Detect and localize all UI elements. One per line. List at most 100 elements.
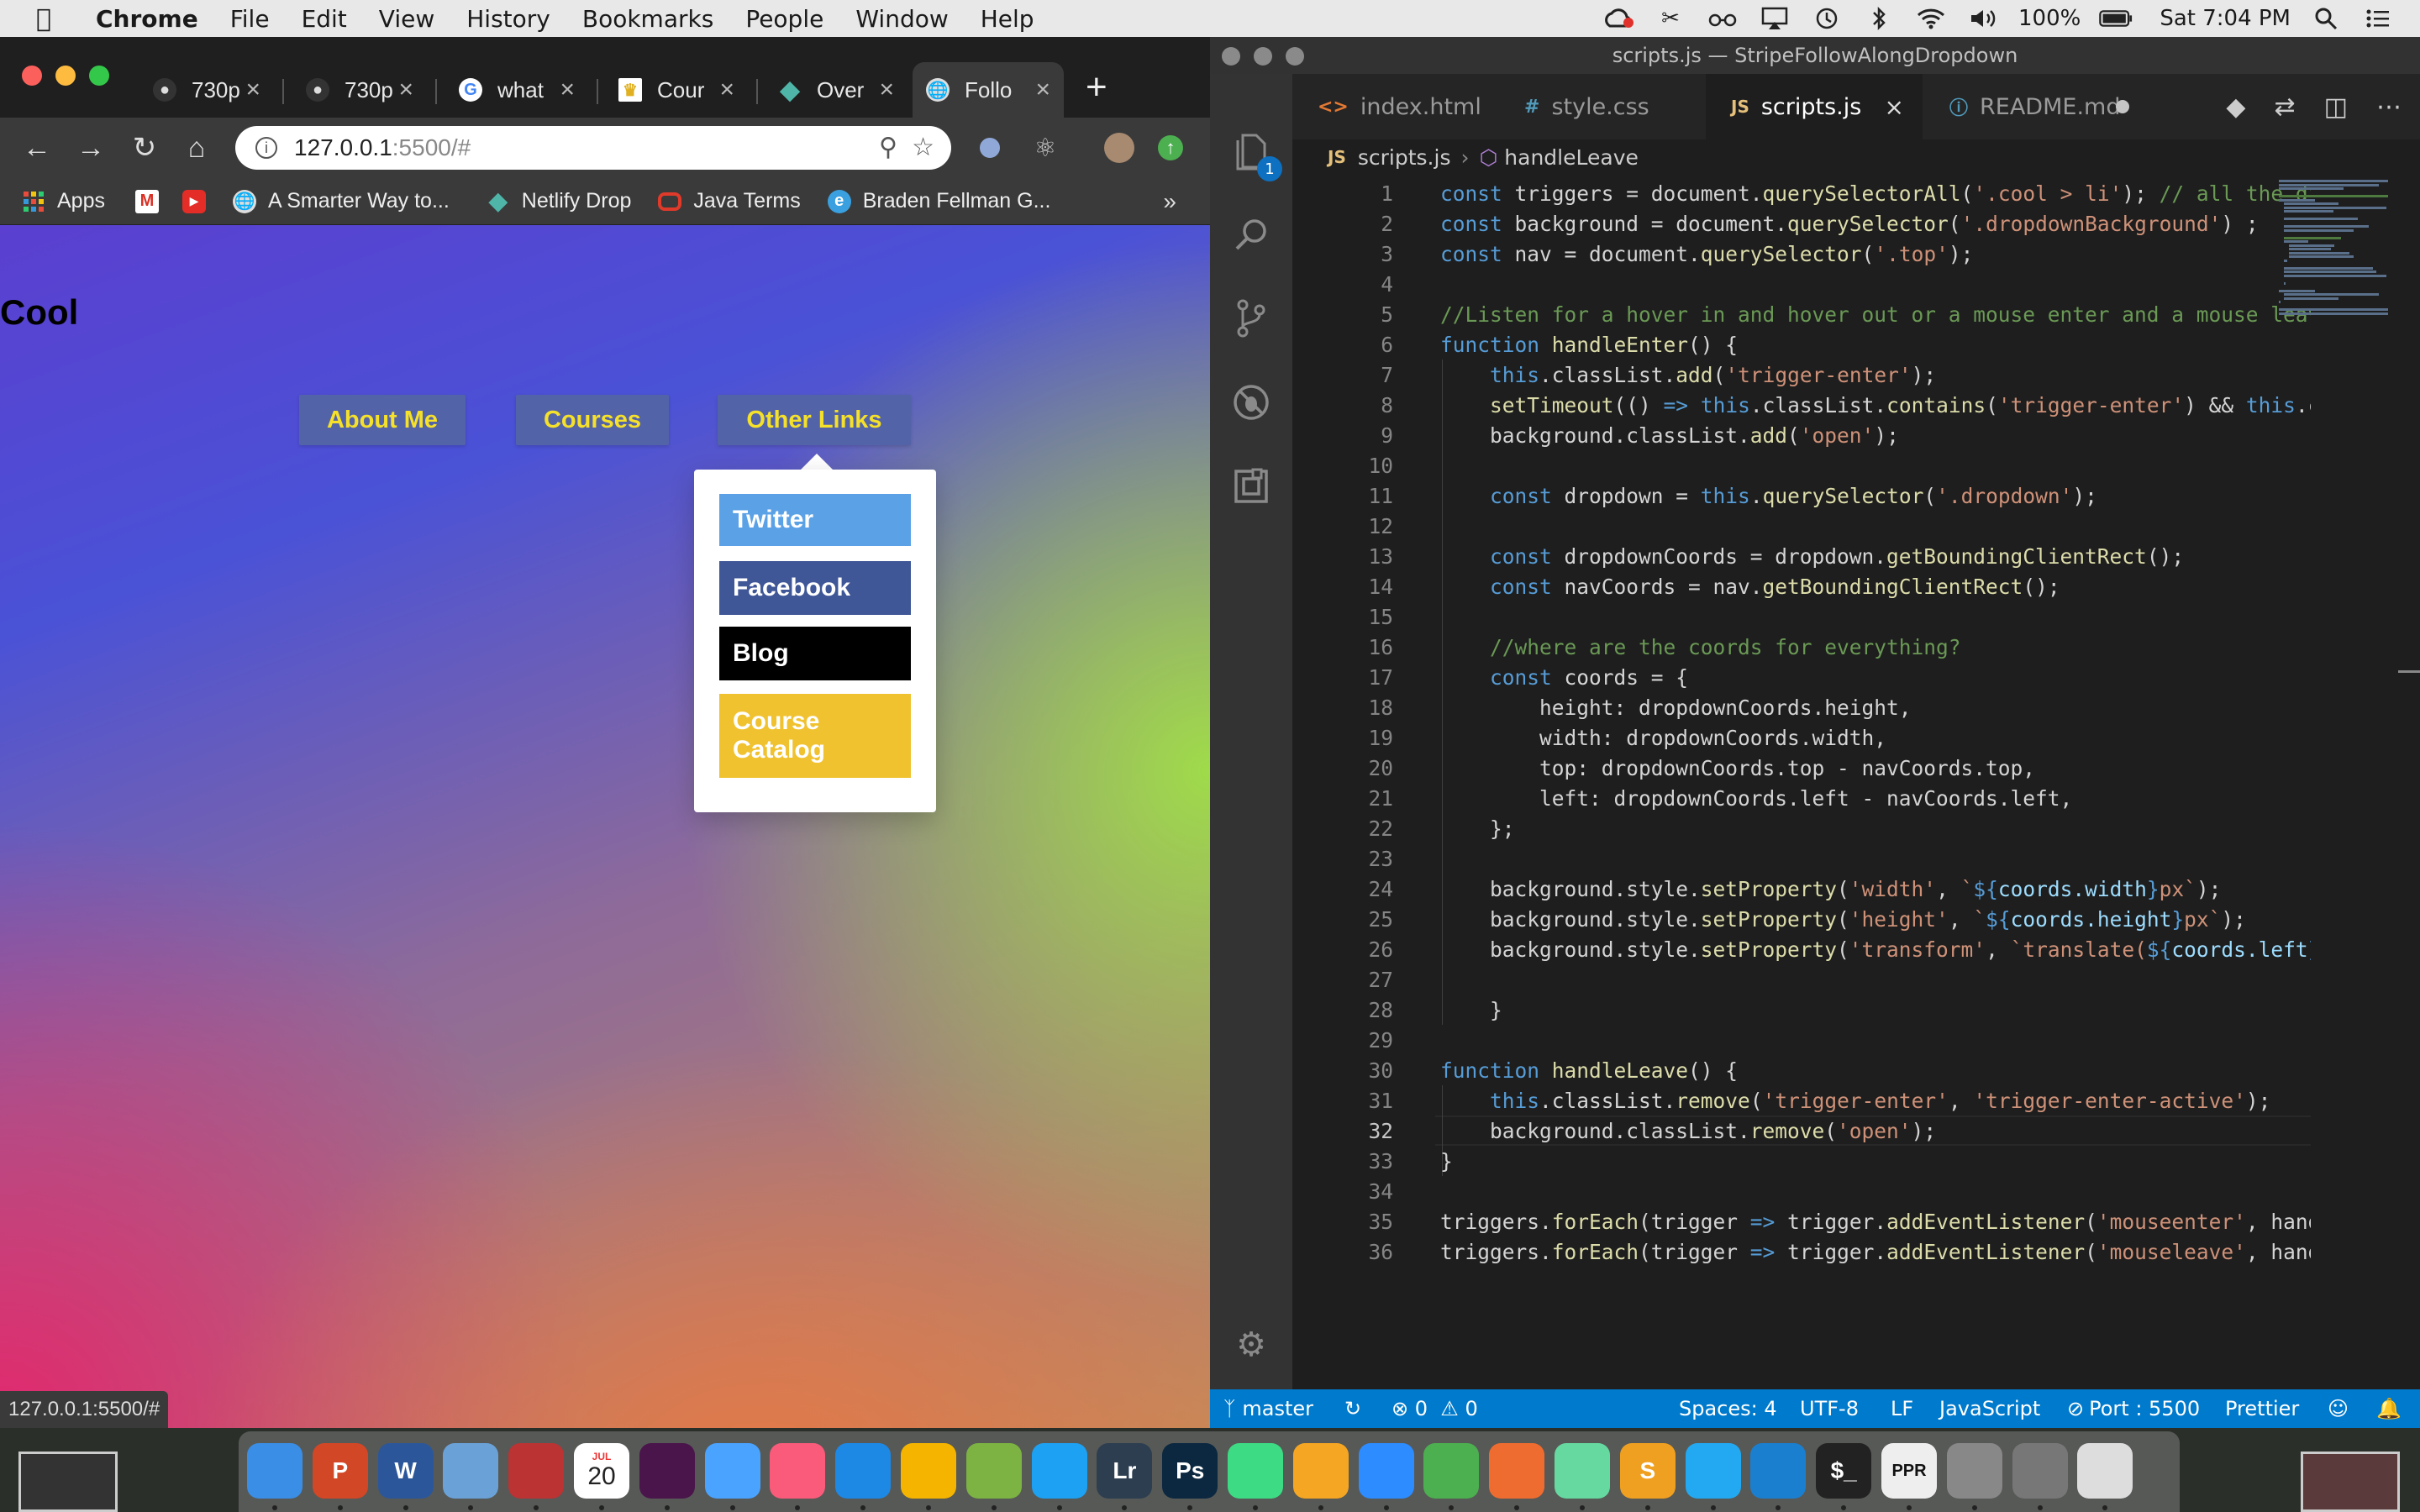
- breadcrumb-symbol[interactable]: handleLeave: [1504, 145, 1639, 170]
- bookmark-java-terms[interactable]: Java Terms: [658, 189, 801, 213]
- menu-bookmarks[interactable]: Bookmarks: [582, 5, 713, 33]
- code-line[interactable]: 4: [1292, 269, 2334, 299]
- dock-safari-icon[interactable]: [835, 1443, 892, 1499]
- code-line[interactable]: 18 height: dropdownCoords.height,: [1292, 692, 2334, 722]
- code-line[interactable]: 10: [1292, 450, 2334, 480]
- nav-other-links[interactable]: Other Links: [718, 395, 911, 445]
- menu-view[interactable]: View: [379, 5, 434, 33]
- code-line[interactable]: 3 const nav = document.querySelector('.to…: [1292, 239, 2334, 269]
- prettier-status[interactable]: Prettier: [2225, 1389, 2299, 1428]
- dock-maps-icon[interactable]: [965, 1443, 1022, 1499]
- code-line[interactable]: 27: [1292, 964, 2334, 995]
- notification-center-icon[interactable]: [2361, 6, 2395, 31]
- window-close-button[interactable]: [1222, 47, 1240, 66]
- menu-help[interactable]: Help: [981, 5, 1034, 33]
- dock-atom-icon[interactable]: [1555, 1443, 1610, 1499]
- reload-icon[interactable]: ↻: [126, 129, 163, 166]
- creative-cloud-icon[interactable]: [1602, 6, 1635, 31]
- dock-terminal-icon[interactable]: $_: [1816, 1443, 1872, 1499]
- code-line[interactable]: 14 const navCoords = nav.getBoundingClie…: [1292, 571, 2334, 601]
- menu-app-name[interactable]: Chrome: [96, 5, 198, 33]
- end-of-line[interactable]: LF: [1891, 1389, 1913, 1428]
- code-line[interactable]: 12: [1292, 511, 2334, 541]
- code-line[interactable]: 34: [1292, 1176, 2334, 1206]
- sync-icon[interactable]: ↻: [1344, 1389, 1361, 1428]
- menu-window[interactable]: Window: [855, 5, 948, 33]
- dock-launchpad-icon[interactable]: [1946, 1443, 2002, 1499]
- menu-edit[interactable]: Edit: [302, 5, 347, 33]
- code-line[interactable]: 8 setTimeout(() => this.classList.contai…: [1292, 390, 2334, 420]
- update-arrow-icon[interactable]: ↑: [1158, 135, 1183, 160]
- extension-icon[interactable]: [975, 133, 1005, 163]
- tab-close-icon[interactable]: ×: [398, 76, 413, 104]
- code-line[interactable]: 5 //Listen for a hover in and hover out o…: [1292, 299, 2334, 329]
- spotlight-search-icon[interactable]: [2309, 6, 2343, 31]
- code-line[interactable]: 2 const background = document.querySelect…: [1292, 208, 2334, 239]
- menu-file[interactable]: File: [230, 5, 270, 33]
- browser-tab[interactable]: ● 730p ×: [139, 62, 274, 118]
- search-icon[interactable]: [1230, 213, 1272, 255]
- code-line[interactable]: 21 left: dropdownCoords.left - navCoords…: [1292, 783, 2334, 813]
- dock-vs-code-icon[interactable]: [1685, 1443, 1741, 1499]
- settings-gear-icon[interactable]: ⚙: [1230, 1324, 1272, 1366]
- code-line[interactable]: 22 };: [1292, 813, 2334, 843]
- wifi-icon[interactable]: [1914, 6, 1948, 31]
- scissors-icon[interactable]: ✂: [1654, 6, 1687, 31]
- dock-photo-booth-icon[interactable]: [508, 1443, 565, 1499]
- code-line[interactable]: 29: [1292, 1025, 2334, 1055]
- dock-slack-icon[interactable]: [639, 1443, 695, 1499]
- live-server-port[interactable]: ⊘ Port : 5500: [2067, 1389, 2200, 1428]
- tab-close-icon[interactable]: ×: [1035, 76, 1050, 104]
- nav-courses[interactable]: Courses: [516, 395, 669, 445]
- minimap[interactable]: [2279, 180, 2405, 331]
- code-editor[interactable]: 1 const triggers = document.querySelector…: [1292, 175, 2420, 1389]
- volume-icon[interactable]: [1966, 6, 2000, 31]
- extensions-icon[interactable]: [1230, 465, 1272, 507]
- tab-close-icon[interactable]: ×: [1885, 93, 1904, 121]
- window-minimize-button[interactable]: [1254, 47, 1272, 66]
- dock-photoshop-icon[interactable]: Ps: [1162, 1443, 1218, 1499]
- code-line[interactable]: 7 this.classList.add('trigger-enter');: [1292, 360, 2334, 390]
- browser-tab[interactable]: ◆ Over ×: [765, 62, 908, 118]
- site-info-icon[interactable]: i: [255, 137, 277, 159]
- source-control-icon[interactable]: [1230, 297, 1272, 339]
- desktop-thumbnail-right[interactable]: [2301, 1452, 2400, 1512]
- zoom-icon[interactable]: ⚲: [879, 133, 897, 162]
- code-line[interactable]: 11 const dropdown = this.querySelector('…: [1292, 480, 2334, 511]
- notification-bell-icon[interactable]: 🔔: [2376, 1389, 2402, 1428]
- compare-changes-icon[interactable]: ⇄: [2275, 92, 2296, 122]
- battery-icon[interactable]: [2099, 6, 2133, 31]
- tab-close-icon[interactable]: ×: [879, 76, 894, 104]
- code-line[interactable]: 9 background.classList.add('open');: [1292, 420, 2334, 450]
- git-branch[interactable]: ᛉ master: [1223, 1389, 1313, 1428]
- dock-trash-icon[interactable]: [2077, 1443, 2133, 1499]
- code-line[interactable]: 23: [1292, 843, 2334, 874]
- window-minimize-button[interactable]: [55, 66, 76, 86]
- code-line[interactable]: 30 function handleLeave() {: [1292, 1055, 2334, 1085]
- menubar-clock[interactable]: Sat 7:04 PM: [2160, 6, 2291, 31]
- dock-android-studio-icon[interactable]: [1228, 1443, 1283, 1499]
- dock-zoom-icon[interactable]: [1358, 1443, 1414, 1499]
- dropdown-link-twitter[interactable]: Twitter: [719, 494, 911, 546]
- dropdown-link-course-catalog[interactable]: Course Catalog: [719, 694, 911, 778]
- dock-finder-icon[interactable]: [247, 1443, 302, 1499]
- glasses-icon[interactable]: [1706, 6, 1739, 31]
- problems-indicator[interactable]: ⊗ 0 ⚠ 0: [1392, 1389, 1478, 1428]
- desktop-thumbnail-left[interactable]: [18, 1452, 118, 1512]
- dock-twitter-icon[interactable]: [1031, 1443, 1087, 1499]
- tab-close-icon[interactable]: ×: [245, 76, 260, 104]
- dropdown-link-blog[interactable]: Blog: [719, 627, 911, 680]
- bookmark-star-icon[interactable]: ☆: [912, 133, 934, 162]
- split-editor-icon[interactable]: ◫: [2324, 92, 2348, 122]
- code-line[interactable]: 13 const dropdownCoords = dropdown.getBo…: [1292, 541, 2334, 571]
- airplay-icon[interactable]: [1758, 6, 1791, 31]
- indentation[interactable]: Spaces: 4: [1679, 1389, 1777, 1428]
- git-lens-icon[interactable]: ◆: [2226, 92, 2245, 122]
- tab-close-icon[interactable]: ×: [560, 76, 575, 104]
- time-machine-icon[interactable]: [1810, 6, 1844, 31]
- tab-style-css[interactable]: # style.css: [1499, 74, 1704, 139]
- code-line[interactable]: 16 //where are the coords for everything…: [1292, 632, 2334, 662]
- code-line[interactable]: 1 const triggers = document.querySelector…: [1292, 178, 2334, 208]
- new-tab-button[interactable]: +: [1086, 69, 1107, 106]
- tab-index-html[interactable]: <> index.html: [1292, 74, 1497, 139]
